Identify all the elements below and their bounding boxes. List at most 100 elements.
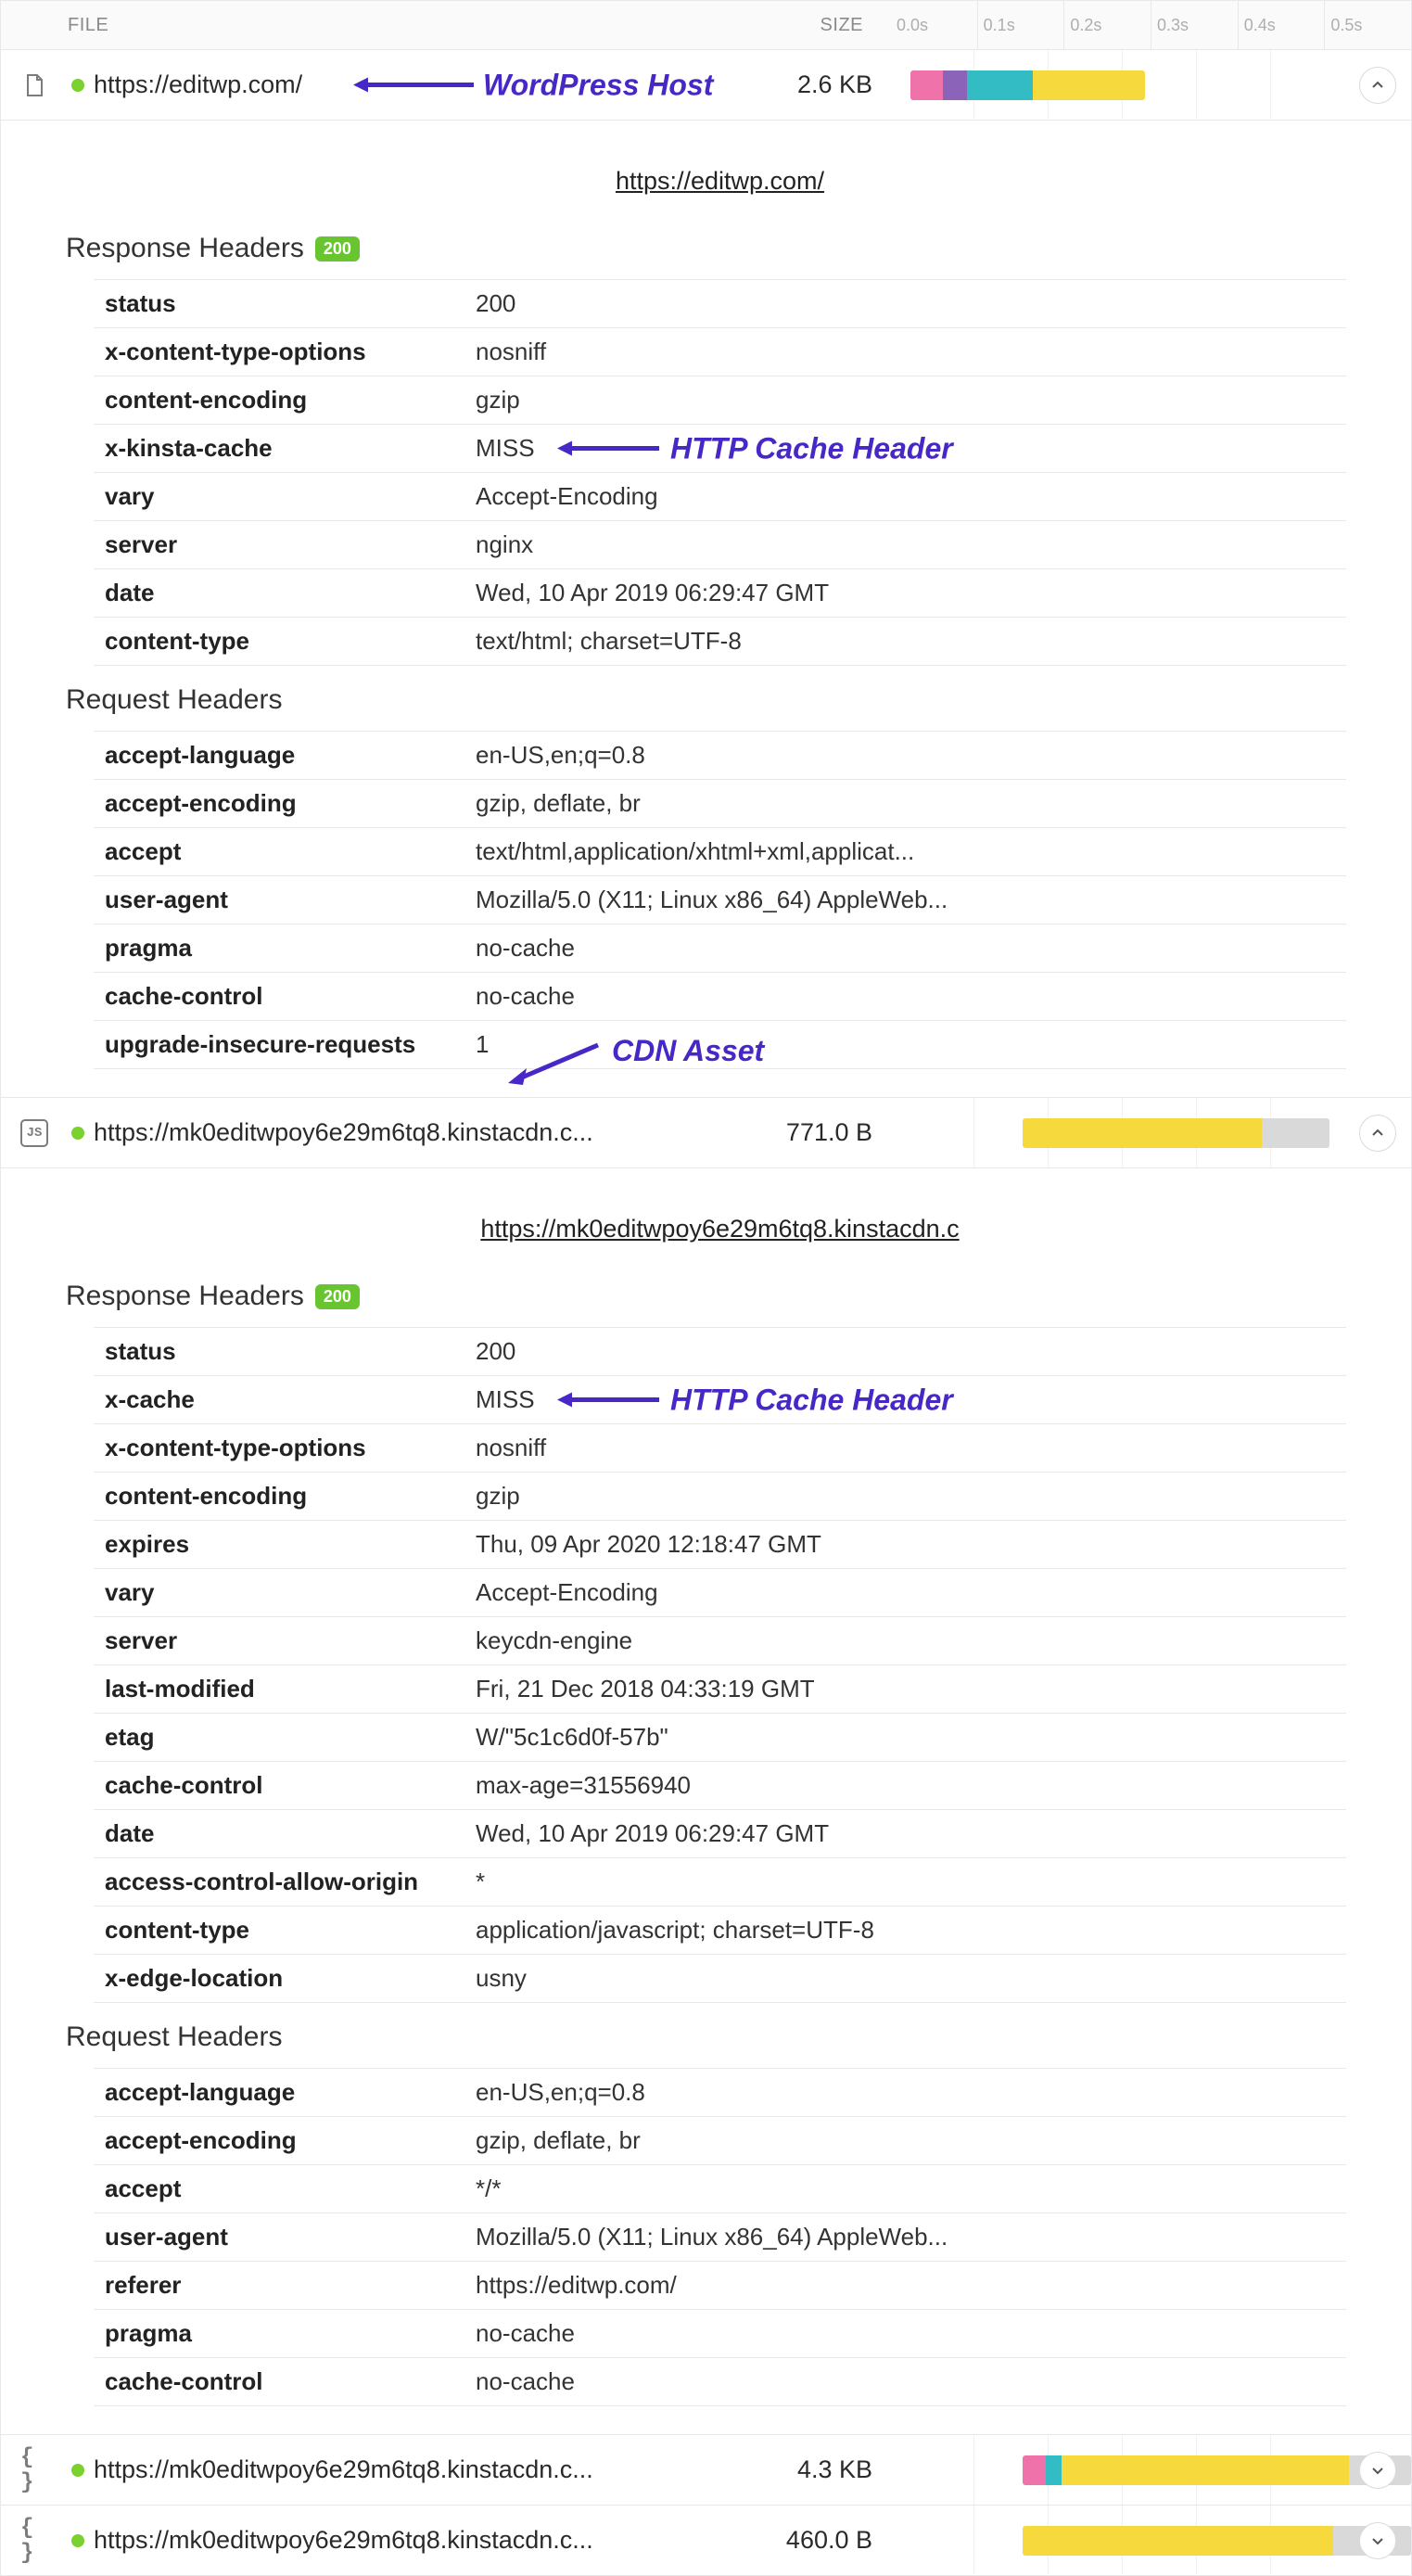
header-row: expiresThu, 09 Apr 2020 12:18:47 GMT (94, 1521, 1346, 1569)
column-file[interactable]: FILE (1, 1, 715, 49)
annotation-cdn-asset: CDN Asset (501, 1040, 764, 1087)
header-key: etag (94, 1714, 464, 1762)
timing-bar (1023, 2455, 1411, 2485)
header-value: gzip (464, 1473, 1346, 1521)
header-key: referer (94, 2262, 464, 2310)
detail-url[interactable]: https://editwp.com/ (94, 167, 1346, 196)
header-key: accept (94, 2165, 464, 2213)
header-key: x-edge-location (94, 1955, 464, 2003)
header-key: expires (94, 1521, 464, 1569)
header-key: status (94, 280, 464, 328)
header-row: serverkeycdn-engine (94, 1617, 1346, 1665)
header-row: accept-encodinggzip, deflate, br (94, 780, 1346, 828)
header-row: content-typeapplication/javascript; char… (94, 1906, 1346, 1955)
resource-url[interactable]: https://mk0editwpoy6e29m6tq8.kinstacdn.c… (94, 2455, 724, 2484)
header-key: x-content-type-options (94, 1424, 464, 1473)
timing-segment (1023, 2526, 1333, 2556)
annotation-wordpress-host: WordPress Host (353, 68, 713, 102)
header-key: accept-language (94, 2069, 464, 2117)
header-key: vary (94, 473, 464, 521)
time-tick: 0.1s (977, 1, 1064, 49)
header-row: access-control-allow-origin* (94, 1858, 1346, 1906)
document-file-icon (20, 71, 48, 99)
header-value: MISSHTTP Cache Header (464, 425, 1346, 473)
timing-segment (1023, 2455, 1046, 2485)
header-value: https://editwp.com/ (464, 2262, 1346, 2310)
timing-segment (1023, 1118, 1262, 1148)
expand-button[interactable] (1359, 2452, 1396, 2489)
header-key: accept (94, 828, 464, 876)
resource-url[interactable]: https://mk0editwpoy6e29m6tq8.kinstacdn.c… (94, 1118, 724, 1147)
header-value: nosniff (464, 1424, 1346, 1473)
expand-button[interactable] (1359, 2522, 1396, 2559)
header-key: cache-control (94, 973, 464, 1021)
header-row: accept-languageen-US,en;q=0.8 (94, 2069, 1346, 2117)
timing-bar-cell (900, 2435, 1411, 2505)
response-headers-table: status200x-content-type-optionsnosniffco… (94, 279, 1346, 666)
annotation-label: HTTP Cache Header (670, 431, 953, 465)
header-key: pragma (94, 2310, 464, 2358)
resource-row[interactable]: { }https://mk0editwpoy6e29m6tq8.kinstacd… (0, 2506, 1412, 2576)
header-row: x-cacheMISSHTTP Cache Header (94, 1376, 1346, 1424)
header-row: pragmano-cache (94, 925, 1346, 973)
header-value: keycdn-engine (464, 1617, 1346, 1665)
waterfall-header: FILESIZE0.0s0.1s0.2s0.3s0.4s0.5s (0, 0, 1412, 50)
time-tick: 0.0s (891, 1, 977, 49)
header-row: accept*/* (94, 2165, 1346, 2213)
header-key: accept-encoding (94, 780, 464, 828)
header-key: x-cache (94, 1376, 464, 1424)
header-row: status200 (94, 1328, 1346, 1376)
header-row: varyAccept-Encoding (94, 473, 1346, 521)
annotation-http-cache-header: HTTP Cache Header (557, 431, 953, 465)
resource-url[interactable]: https://mk0editwpoy6e29m6tq8.kinstacdn.c… (94, 2526, 724, 2555)
header-value: Fri, 21 Dec 2018 04:33:19 GMT (464, 1665, 1346, 1714)
header-row: content-typetext/html; charset=UTF-8 (94, 618, 1346, 666)
js-file-icon: JS (20, 1119, 48, 1147)
header-row: cache-controlmax-age=31556940 (94, 1762, 1346, 1810)
header-value: no-cache (464, 2310, 1346, 2358)
header-key: cache-control (94, 2358, 464, 2406)
header-key: accept-language (94, 732, 464, 780)
header-value: Accept-Encoding (464, 473, 1346, 521)
detail-url[interactable]: https://mk0editwpoy6e29m6tq8.kinstacdn.c (94, 1215, 1346, 1243)
header-value: text/html,application/xhtml+xml,applicat… (464, 828, 1346, 876)
header-key: user-agent (94, 876, 464, 925)
header-key: user-agent (94, 2213, 464, 2262)
timing-bar (1023, 2526, 1411, 2556)
header-row: last-modifiedFri, 21 Dec 2018 04:33:19 G… (94, 1665, 1346, 1714)
request-headers-title: Request Headers (66, 684, 1346, 716)
column-size[interactable]: SIZE (715, 1, 891, 49)
header-row: pragmano-cache (94, 2310, 1346, 2358)
header-key: server (94, 1617, 464, 1665)
header-key: access-control-allow-origin (94, 1858, 464, 1906)
header-row: x-content-type-optionsnosniff (94, 1424, 1346, 1473)
timing-segment (1033, 70, 1146, 100)
header-value: usny (464, 1955, 1346, 2003)
header-key: upgrade-insecure-requests (94, 1021, 464, 1069)
header-value: Accept-Encoding (464, 1569, 1346, 1617)
collapse-button[interactable] (1359, 1115, 1396, 1152)
header-row: user-agentMozilla/5.0 (X11; Linux x86_64… (94, 2213, 1346, 2262)
header-row: dateWed, 10 Apr 2019 06:29:47 GMT (94, 1810, 1346, 1858)
timing-bar-cell (900, 1098, 1411, 1167)
resource-row[interactable]: https://editwp.com/2.6 KBWordPress Host (0, 50, 1412, 121)
resource-size: 771.0 B (724, 1118, 900, 1147)
request-headers-title: Request Headers (66, 2021, 1346, 2053)
collapse-button[interactable] (1359, 67, 1396, 104)
resource-row[interactable]: { }https://mk0editwpoy6e29m6tq8.kinstacd… (0, 2435, 1412, 2506)
status-dot (71, 79, 84, 92)
request-headers-table: accept-languageen-US,en;q=0.8accept-enco… (94, 2068, 1346, 2406)
header-value: en-US,en;q=0.8 (464, 732, 1346, 780)
time-tick: 0.2s (1063, 1, 1151, 49)
annotation-label: WordPress Host (483, 68, 713, 102)
header-row: cache-controlno-cache (94, 2358, 1346, 2406)
annotation-label: HTTP Cache Header (670, 1383, 953, 1417)
status-badge: 200 (315, 236, 360, 261)
column-timeline: 0.0s0.1s0.2s0.3s0.4s0.5s (891, 1, 1411, 49)
header-value: nosniff (464, 328, 1346, 376)
timing-segment (943, 70, 966, 100)
header-row: x-content-type-optionsnosniff (94, 328, 1346, 376)
header-value: nginx (464, 521, 1346, 569)
header-key: vary (94, 1569, 464, 1617)
resource-row[interactable]: JS https://mk0editwpoy6e29m6tq8.kinstacdn… (0, 1098, 1412, 1168)
